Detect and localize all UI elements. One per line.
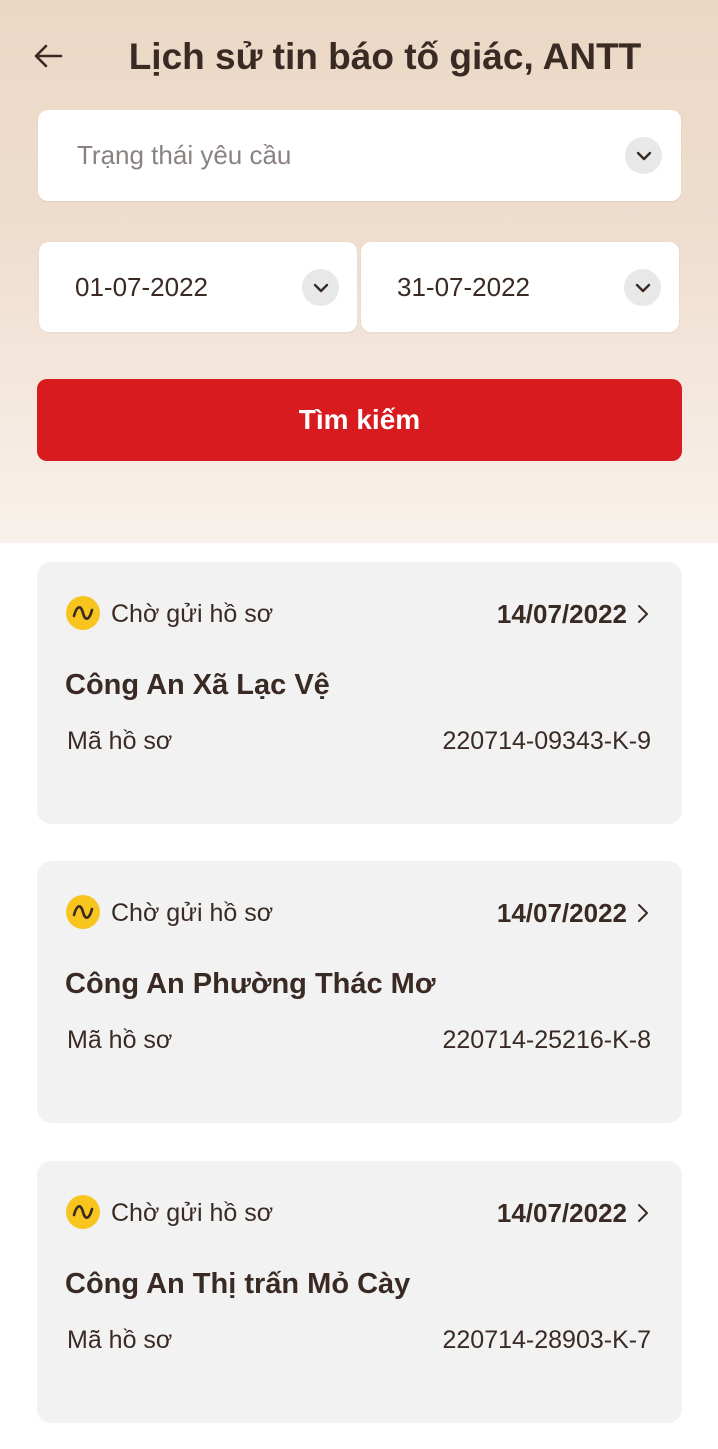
record-status: Chờ gửi hồ sơ — [111, 899, 274, 927]
arrow-left-icon — [34, 44, 63, 68]
record-code-label: Mã hồ sơ — [67, 727, 173, 755]
chevron-down-icon — [625, 137, 662, 174]
record-status: Chờ gửi hồ sơ — [111, 600, 274, 628]
pending-status-icon — [66, 1195, 100, 1229]
pending-status-icon — [66, 895, 100, 929]
record-date: 14/07/2022 — [496, 599, 627, 629]
back-button[interactable] — [28, 36, 68, 76]
record-card[interactable]: Chờ gửi hồ sơ 14/07/2022 Công An Xã Lạc … — [37, 562, 682, 824]
page-title: Lịch sử tin báo tố giác, ANTT — [128, 36, 642, 77]
chevron-right-icon — [638, 605, 648, 623]
status-select[interactable]: Trạng thái yêu cầu — [38, 110, 681, 201]
record-code: 220714-09343-K-9 — [442, 727, 652, 755]
record-card[interactable]: Chờ gửi hồ sơ 14/07/2022 Công An Phường … — [37, 861, 682, 1123]
search-button[interactable]: Tìm kiếm — [37, 379, 682, 461]
record-code-label: Mã hồ sơ — [67, 1026, 173, 1054]
record-agency: Công An Thị trấn Mỏ Cày — [65, 1268, 411, 1300]
record-card[interactable]: Chờ gửi hồ sơ 14/07/2022 Công An Thị trấ… — [37, 1161, 682, 1423]
chevron-down-icon — [624, 269, 661, 306]
status-select-placeholder: Trạng thái yêu cầu — [77, 140, 292, 170]
record-status: Chờ gửi hồ sơ — [111, 1199, 274, 1227]
record-code: 220714-25216-K-8 — [442, 1026, 652, 1054]
date-to-value: 31-07-2022 — [397, 271, 530, 302]
record-agency: Công An Xã Lạc Vệ — [65, 669, 330, 701]
pending-status-icon — [66, 596, 100, 630]
date-from-picker[interactable]: 01-07-2022 — [39, 242, 357, 332]
chevron-right-icon — [638, 1204, 648, 1222]
chevron-right-icon — [638, 904, 648, 922]
record-code: 220714-28903-K-7 — [442, 1326, 652, 1354]
chevron-down-icon — [302, 269, 339, 306]
date-from-value: 01-07-2022 — [75, 271, 208, 302]
date-to-picker[interactable]: 31-07-2022 — [361, 242, 679, 332]
record-date: 14/07/2022 — [496, 1198, 627, 1228]
record-agency: Công An Phường Thác Mơ — [65, 968, 436, 1000]
record-code-label: Mã hồ sơ — [67, 1326, 173, 1354]
record-date: 14/07/2022 — [496, 898, 627, 928]
top-bar: Lịch sử tin báo tố giác, ANTT — [0, 0, 718, 112]
